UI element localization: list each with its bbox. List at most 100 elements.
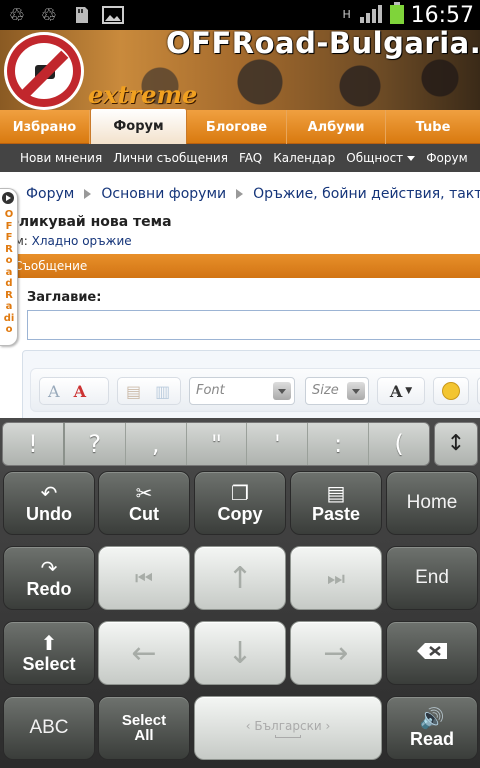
paste-icon[interactable]: ▤: [126, 382, 141, 401]
subnav-new-posts[interactable]: Нови мнения: [20, 151, 102, 165]
undo-label: Undo: [26, 504, 72, 524]
remove-format-icon[interactable]: A: [48, 382, 60, 401]
key-exclamation[interactable]: !: [3, 423, 65, 465]
arrow-left-icon: ←: [131, 635, 157, 671]
copy-label: Copy: [217, 504, 263, 524]
title-input[interactable]: [27, 310, 480, 340]
key-double-quote[interactable]: ": [187, 423, 248, 465]
smiley-button[interactable]: [433, 377, 469, 405]
scissors-icon: ✂: [135, 481, 153, 505]
cut-button[interactable]: ✂ Cut: [98, 471, 190, 535]
breadcrumb-main-forums[interactable]: Основни форуми: [101, 186, 226, 202]
battery-icon: [389, 1, 405, 29]
font-select-label: Font: [196, 383, 225, 398]
redo-button[interactable]: ↷ Redo: [3, 546, 95, 610]
subnav-private-messages[interactable]: Лични съобщения: [113, 151, 228, 165]
home-button[interactable]: Home: [386, 471, 478, 535]
move-start-button[interactable]: ⏮: [98, 546, 190, 610]
abc-button[interactable]: ABC: [3, 696, 95, 760]
language-label: ‹ Български ›: [245, 718, 331, 733]
copy-button[interactable]: ❐ Copy: [194, 471, 286, 535]
skip-backward-icon: ⏮: [135, 566, 153, 590]
read-button[interactable]: 🔊 Read: [386, 696, 478, 760]
arrow-right-button[interactable]: →: [290, 621, 382, 685]
subnav-community[interactable]: Общност: [346, 151, 416, 165]
spellcheck-icon[interactable]: A: [74, 382, 86, 401]
redo-label: Redo: [26, 579, 72, 599]
sd-card-icon: [70, 4, 92, 26]
network-type: H: [342, 8, 351, 21]
select-button[interactable]: ⬆ Select: [3, 621, 95, 685]
tab-blogs[interactable]: Блогове: [187, 110, 287, 144]
read-label: Read: [409, 729, 454, 749]
key-colon[interactable]: :: [308, 423, 370, 465]
resize-vertical-icon: ↕: [446, 431, 466, 456]
language-name: Български: [254, 718, 322, 733]
select-arrow-icon: ⬆: [40, 631, 58, 655]
key-comma[interactable]: ,: [126, 423, 187, 465]
radio-label: OFFRoad Radio: [3, 209, 15, 335]
breadcrumb: Форум Основни форуми Оръжие, бойни дейст…: [26, 186, 480, 202]
arrow-left-button[interactable]: ←: [98, 621, 190, 685]
move-end-button[interactable]: ⏭: [290, 546, 382, 610]
chevron-down-icon: ▼: [405, 386, 413, 396]
keyboard-resize-button[interactable]: ↕: [434, 422, 478, 466]
text-color-icon: A: [389, 381, 403, 401]
page-title: убликувай нова тема: [0, 214, 172, 230]
key-apostrophe[interactable]: ': [247, 423, 309, 465]
tab-tube[interactable]: Tube: [386, 110, 480, 144]
forum-line: рум: Хладно оръжие: [0, 234, 132, 248]
clipboard-icon: ▤: [326, 481, 346, 505]
subnav-calendar[interactable]: Календар: [273, 151, 335, 165]
breadcrumb-weapons[interactable]: Оръжие, бойни действия, такт: [253, 186, 480, 202]
arrow-up-button[interactable]: ↑: [194, 546, 286, 610]
redo-icon: ↷: [40, 556, 58, 580]
page-content: Форум Основни форуми Оръжие, бойни дейст…: [0, 172, 480, 420]
format-group: A A: [39, 377, 109, 405]
editor-toolbar: A A ▤ ▥ Font Size A ▼: [30, 368, 480, 412]
site-banner[interactable]: OFFRoad-Bulgaria. extreme: [0, 30, 480, 110]
select-all-button[interactable]: Select All: [98, 696, 190, 760]
on-screen-keyboard: ! ? , " ' : ( ↕ ↶ Undo ✂ Cut ❐ Copy ▤ Pa…: [0, 418, 480, 768]
text-color-button[interactable]: A ▼: [377, 377, 425, 405]
paste-button[interactable]: ▤ Paste: [290, 471, 382, 535]
recycle-icon: ♲: [40, 4, 58, 26]
site-title: OFFRoad-Bulgaria.: [166, 30, 480, 60]
key-open-paren[interactable]: (: [369, 423, 429, 465]
chevron-down-icon: [347, 382, 365, 400]
arrow-up-icon: ↑: [227, 560, 253, 596]
font-select[interactable]: Font: [189, 377, 295, 405]
smiley-icon: [442, 382, 460, 400]
backspace-button[interactable]: [386, 621, 478, 685]
subnav-forum[interactable]: Форум: [426, 151, 467, 165]
backspace-icon: [415, 641, 449, 666]
status-bar: ♲ ♲ H 16:57: [0, 0, 480, 30]
size-select[interactable]: Size: [305, 377, 369, 405]
breadcrumb-arrow-icon: [236, 189, 244, 199]
clipboard-group: ▤ ▥: [117, 377, 181, 405]
chevron-down-icon: [407, 156, 416, 161]
arrow-down-button[interactable]: ↓: [194, 621, 286, 685]
end-label: End: [415, 567, 449, 588]
subnav-community-label: Общност: [346, 151, 404, 165]
tab-forum[interactable]: Форум: [90, 108, 187, 144]
tab-featured[interactable]: Избрано: [0, 110, 90, 144]
key-question[interactable]: ?: [65, 423, 126, 465]
title-label: Заглавие:: [27, 290, 102, 305]
forum-link[interactable]: Хладно оръжие: [32, 234, 132, 248]
subnav-faq[interactable]: FAQ: [239, 151, 262, 165]
undo-button[interactable]: ↶ Undo: [3, 471, 95, 535]
breadcrumb-forum[interactable]: Форум: [26, 186, 74, 202]
end-button[interactable]: End: [386, 546, 478, 610]
speaker-icon: 🔊: [419, 706, 445, 730]
space-bar[interactable]: ‹ Български ›: [194, 696, 382, 760]
paste-label: Paste: [311, 504, 361, 524]
site-logo-icon[interactable]: [4, 32, 84, 110]
abc-label: ABC: [29, 717, 69, 738]
play-icon[interactable]: [2, 192, 14, 204]
radio-side-tab[interactable]: OFFRoad Radio: [0, 188, 18, 346]
space-icon: [275, 734, 301, 738]
paste-word-icon[interactable]: ▥: [155, 382, 170, 401]
cut-label: Cut: [129, 504, 159, 524]
tab-albums[interactable]: Албуми: [287, 110, 386, 144]
